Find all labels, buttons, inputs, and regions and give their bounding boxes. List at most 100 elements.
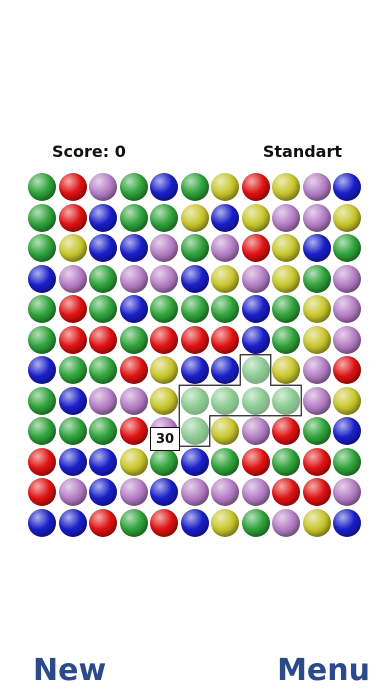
red-ball[interactable] (302, 478, 331, 506)
green-ball[interactable] (272, 386, 300, 415)
red-ball[interactable] (89, 508, 117, 537)
blue-ball[interactable] (58, 386, 87, 415)
purple-ball[interactable] (302, 386, 331, 415)
blue-ball[interactable] (28, 356, 56, 384)
blue-ball[interactable] (211, 203, 239, 232)
green-ball[interactable] (272, 295, 300, 323)
yellow-ball[interactable] (302, 295, 331, 323)
yellow-ball[interactable] (211, 264, 239, 293)
green-ball[interactable] (58, 356, 87, 384)
yellow-ball[interactable] (272, 356, 300, 384)
green-ball[interactable] (211, 447, 239, 476)
yellow-ball[interactable] (272, 234, 300, 262)
blue-ball[interactable] (180, 264, 209, 293)
purple-ball[interactable] (119, 386, 148, 415)
green-ball[interactable] (28, 234, 56, 262)
new-game-button[interactable]: New (33, 656, 106, 686)
yellow-ball[interactable] (58, 234, 87, 262)
purple-ball[interactable] (150, 234, 178, 262)
purple-ball[interactable] (89, 173, 117, 201)
yellow-ball[interactable] (302, 325, 331, 354)
green-ball[interactable] (28, 386, 56, 415)
blue-ball[interactable] (180, 508, 209, 537)
green-ball[interactable] (28, 325, 56, 354)
green-ball[interactable] (180, 173, 209, 201)
purple-ball[interactable] (272, 508, 300, 537)
purple-ball[interactable] (211, 234, 239, 262)
red-ball[interactable] (272, 478, 300, 506)
green-ball[interactable] (28, 173, 56, 201)
green-ball[interactable] (180, 295, 209, 323)
green-ball[interactable] (302, 417, 331, 445)
green-ball[interactable] (150, 447, 178, 476)
red-ball[interactable] (58, 325, 87, 354)
green-ball[interactable] (150, 295, 178, 323)
red-ball[interactable] (302, 447, 331, 476)
yellow-ball[interactable] (272, 264, 300, 293)
red-ball[interactable] (28, 478, 56, 506)
purple-ball[interactable] (241, 264, 270, 293)
purple-ball[interactable] (119, 264, 148, 293)
red-ball[interactable] (89, 325, 117, 354)
blue-ball[interactable] (333, 508, 361, 537)
green-ball[interactable] (28, 295, 56, 323)
purple-ball[interactable] (211, 478, 239, 506)
red-ball[interactable] (211, 325, 239, 354)
yellow-ball[interactable] (119, 447, 148, 476)
blue-ball[interactable] (119, 234, 148, 262)
red-ball[interactable] (272, 417, 300, 445)
yellow-ball[interactable] (211, 173, 239, 201)
red-ball[interactable] (58, 203, 87, 232)
red-ball[interactable] (119, 356, 148, 384)
green-ball[interactable] (241, 508, 270, 537)
green-ball[interactable] (211, 295, 239, 323)
purple-ball[interactable] (333, 264, 361, 293)
green-ball[interactable] (119, 508, 148, 537)
blue-ball[interactable] (119, 295, 148, 323)
purple-ball[interactable] (333, 325, 361, 354)
purple-ball[interactable] (272, 203, 300, 232)
red-ball[interactable] (119, 417, 148, 445)
blue-ball[interactable] (89, 234, 117, 262)
green-ball[interactable] (58, 417, 87, 445)
purple-ball[interactable] (241, 478, 270, 506)
purple-ball[interactable] (180, 478, 209, 506)
green-ball[interactable] (272, 325, 300, 354)
yellow-ball[interactable] (150, 356, 178, 384)
yellow-ball[interactable] (211, 508, 239, 537)
purple-ball[interactable] (302, 203, 331, 232)
blue-ball[interactable] (89, 447, 117, 476)
purple-ball[interactable] (119, 478, 148, 506)
blue-ball[interactable] (211, 356, 239, 384)
green-ball[interactable] (89, 264, 117, 293)
green-ball[interactable] (333, 447, 361, 476)
green-ball[interactable] (119, 325, 148, 354)
green-ball[interactable] (302, 264, 331, 293)
blue-ball[interactable] (89, 478, 117, 506)
red-ball[interactable] (241, 234, 270, 262)
green-ball[interactable] (241, 356, 270, 384)
blue-ball[interactable] (58, 447, 87, 476)
blue-ball[interactable] (333, 417, 361, 445)
blue-ball[interactable] (28, 508, 56, 537)
green-ball[interactable] (119, 173, 148, 201)
green-ball[interactable] (28, 203, 56, 232)
blue-ball[interactable] (58, 508, 87, 537)
yellow-ball[interactable] (333, 203, 361, 232)
red-ball[interactable] (180, 325, 209, 354)
yellow-ball[interactable] (302, 508, 331, 537)
purple-ball[interactable] (89, 386, 117, 415)
red-ball[interactable] (58, 173, 87, 201)
blue-ball[interactable] (241, 325, 270, 354)
green-ball[interactable] (272, 447, 300, 476)
purple-ball[interactable] (302, 173, 331, 201)
red-ball[interactable] (58, 295, 87, 323)
red-ball[interactable] (333, 356, 361, 384)
red-ball[interactable] (28, 447, 56, 476)
purple-ball[interactable] (58, 264, 87, 293)
green-ball[interactable] (150, 203, 178, 232)
yellow-ball[interactable] (180, 203, 209, 232)
purple-ball[interactable] (333, 478, 361, 506)
green-ball[interactable] (89, 356, 117, 384)
green-ball[interactable] (241, 386, 270, 415)
